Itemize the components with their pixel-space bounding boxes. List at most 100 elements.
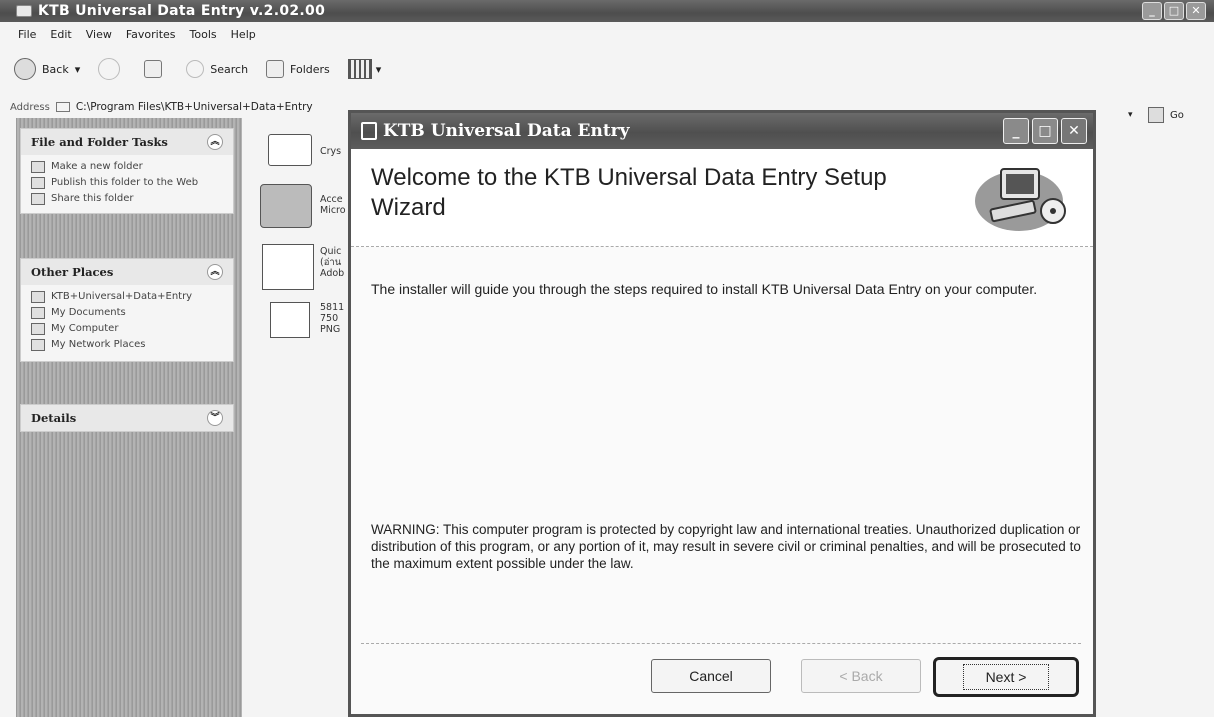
details-header[interactable]: Details ︾: [21, 405, 233, 431]
folder-icon: [31, 291, 45, 303]
next-button[interactable]: Next >: [933, 657, 1079, 697]
dialog-titlebar[interactable]: KTB Universal Data Entry _ □ ✕: [351, 113, 1093, 149]
address-path[interactable]: C:\Program Files\KTB+Universal+Data+Entr…: [76, 101, 313, 113]
expand-icon[interactable]: ︾: [207, 410, 223, 426]
folders-button[interactable]: Folders: [266, 60, 330, 78]
explorer-titlebar[interactable]: KTB Universal Data Entry v.2.02.00 _ □ ✕: [0, 0, 1214, 22]
button-separator: [361, 643, 1081, 644]
file-size: 750: [320, 313, 339, 324]
place-my-documents[interactable]: My Documents: [21, 305, 233, 321]
back-button[interactable]: < Back: [801, 659, 921, 693]
chevron-down-icon: ▾: [74, 62, 81, 76]
toolbar: Back ▾ Search Folders ▾: [14, 52, 399, 86]
other-places-panel: Other Places ︽ KTB+Universal+Data+Entry …: [20, 258, 234, 362]
minimize-button[interactable]: _: [1142, 2, 1162, 20]
folders-icon: [266, 60, 285, 78]
computer-setup-icon: [975, 168, 1066, 231]
up-folder-button[interactable]: [144, 60, 168, 78]
other-places-header[interactable]: Other Places ︽: [21, 259, 233, 285]
menu-tools[interactable]: Tools: [190, 28, 217, 41]
panel-title: File and Folder Tasks: [31, 135, 168, 149]
menu-view[interactable]: View: [86, 28, 112, 41]
wizard-heading: Welcome to the KTB Universal Data Entry …: [371, 164, 887, 221]
menu-file[interactable]: File: [18, 28, 36, 41]
file-name: 5811: [320, 302, 345, 313]
access-icon: [260, 184, 312, 228]
back-button[interactable]: Back ▾: [14, 58, 80, 80]
task-pane: File and Folder Tasks ︽ Make a new folde…: [16, 118, 242, 717]
panel-title: Other Places: [31, 265, 114, 279]
task-label: Make a new folder: [51, 161, 143, 172]
file-type: PNG: [320, 324, 341, 335]
place-label: My Network Places: [51, 339, 146, 350]
menu-help[interactable]: Help: [231, 28, 256, 41]
collapse-icon[interactable]: ︽: [207, 264, 223, 280]
file-label: Quic (อ่าน Adob: [320, 246, 344, 279]
next-label: Next >: [962, 664, 1050, 690]
collapse-icon[interactable]: ︽: [207, 134, 223, 150]
file-type: (อ่าน: [320, 257, 342, 268]
file-folder-tasks-header[interactable]: File and Folder Tasks ︽: [21, 129, 233, 155]
views-button[interactable]: ▾: [347, 59, 382, 79]
search-label: Search: [210, 62, 249, 76]
menu-bar: File Edit View Favorites Tools Help: [0, 24, 270, 44]
place-label: My Documents: [51, 307, 126, 318]
place-label: My Computer: [51, 323, 119, 334]
cancel-button[interactable]: Cancel: [651, 659, 771, 693]
menu-favorites[interactable]: Favorites: [126, 28, 176, 41]
setup-wizard-dialog: KTB Universal Data Entry _ □ ✕ Welcome t…: [348, 110, 1096, 717]
go-label: Go: [1170, 109, 1184, 121]
place-my-network-places[interactable]: My Network Places: [21, 337, 233, 353]
menu-edit[interactable]: Edit: [50, 28, 71, 41]
address-dropdown-icon[interactable]: ▾: [1128, 110, 1133, 120]
window-title: KTB Universal Data Entry v.2.02.00: [38, 3, 326, 19]
dialog-maximize-button[interactable]: □: [1032, 118, 1058, 144]
close-button[interactable]: ✕: [1186, 2, 1206, 20]
file-name: Acce: [320, 194, 343, 205]
forward-arrow-icon: [98, 58, 121, 80]
file-folder-tasks-panel: File and Folder Tasks ︽ Make a new folde…: [20, 128, 234, 214]
address-bar[interactable]: Address C:\Program Files\KTB+Universal+D…: [10, 96, 313, 118]
globe-icon: [31, 177, 45, 189]
computer-icon: [31, 323, 45, 335]
intro-text: The installer will guide you through the…: [371, 281, 1038, 297]
network-icon: [31, 339, 45, 351]
folder-icon: [55, 102, 70, 112]
address-label: Address: [10, 101, 50, 113]
file-name: Quic: [320, 246, 342, 257]
place-my-computer[interactable]: My Computer: [21, 321, 233, 337]
documents-icon: [31, 307, 45, 319]
go-arrow-icon: [1148, 107, 1164, 123]
views-icon: [347, 59, 372, 79]
file-type: Micro: [320, 205, 346, 216]
dialog-close-button[interactable]: ✕: [1061, 118, 1087, 144]
file-type: Adob: [320, 268, 345, 279]
folders-label: Folders: [290, 62, 330, 76]
place-ktb-folder[interactable]: KTB+Universal+Data+Entry: [21, 289, 233, 305]
file-label: Acce Micro: [320, 194, 346, 216]
search-button[interactable]: Search: [186, 60, 248, 78]
warning-text: WARNING: This computer program is protec…: [371, 522, 1081, 571]
maximize-button[interactable]: □: [1164, 2, 1184, 20]
back-arrow-icon: [14, 58, 36, 80]
task-make-new-folder[interactable]: Make a new folder: [21, 159, 233, 175]
back-label: Back: [42, 62, 69, 76]
place-label: KTB+Universal+Data+Entry: [51, 291, 193, 302]
file-name: Crys: [320, 146, 342, 157]
forward-button[interactable]: [98, 58, 126, 80]
go-button[interactable]: Go: [1148, 107, 1184, 123]
folder-icon: [268, 134, 312, 166]
panel-title: Details: [31, 411, 77, 425]
installer-icon: [361, 122, 377, 140]
up-folder-icon: [144, 60, 163, 78]
dialog-banner: Welcome to the KTB Universal Data Entry …: [351, 149, 1093, 247]
dialog-minimize-button[interactable]: _: [1003, 118, 1029, 144]
search-icon: [186, 60, 205, 78]
task-publish-folder[interactable]: Publish this folder to the Web: [21, 175, 233, 191]
task-label: Share this folder: [51, 193, 134, 204]
new-folder-icon: [31, 161, 45, 173]
chevron-down-icon: ▾: [375, 62, 382, 76]
folder-icon: [16, 5, 32, 17]
pdf-icon: [262, 244, 314, 290]
task-share-folder[interactable]: Share this folder: [21, 191, 233, 207]
